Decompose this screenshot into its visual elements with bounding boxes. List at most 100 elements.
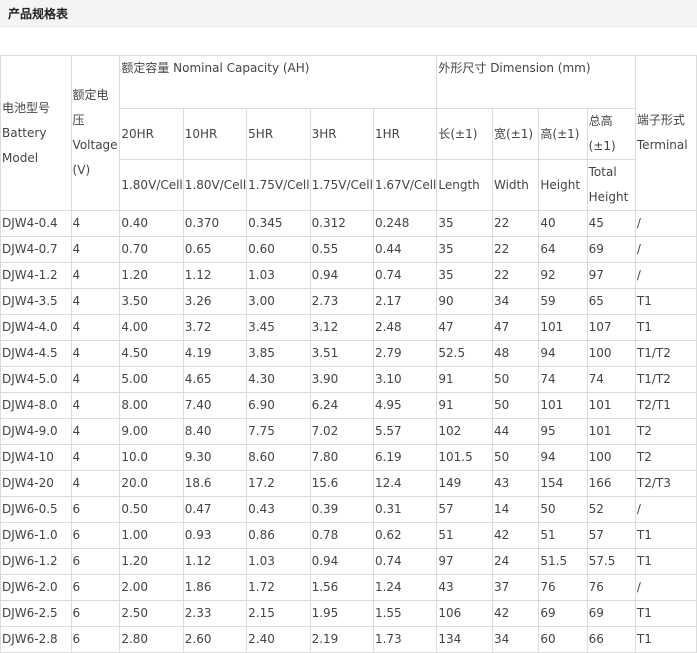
- table-cell: DJW4-1.2: [0, 262, 72, 289]
- table-cell: 43: [491, 470, 540, 497]
- header-rate: 20HR: [119, 108, 184, 160]
- table-row: DJW4-0.4 4 0.40 0.370 0.345 0.312 0.248 35 22 40 4…: [0, 210, 697, 237]
- table-cell: DJW6-1.0: [0, 522, 72, 549]
- table-cell: 51: [436, 522, 493, 549]
- table-row: DJW4-5.0 4 5.00 4.65 4.30 3.90 3.10 91 50 74 74 T1/…: [0, 366, 697, 393]
- table-row: DJW4-0.7 4 0.70 0.65 0.60 0.55 0.44 35 22 64 69/: [0, 236, 697, 263]
- table-cell: 4.30: [246, 366, 311, 393]
- table-cell: DJW6-0.5: [0, 496, 72, 523]
- table-cell: 7.02: [309, 418, 374, 445]
- table-row: DJW4-10 4 10.0 9.30 8.60 7.80 6.19 101.5 50 94 100…: [0, 444, 697, 471]
- table-cell: 7.80: [309, 444, 374, 471]
- table-cell: 6: [70, 626, 121, 653]
- table-cell: 18.6: [182, 470, 248, 497]
- table-cell: 24: [491, 548, 540, 575]
- table-cell: 74: [538, 366, 588, 393]
- table-cell: 3.10: [372, 366, 438, 393]
- table-cell: 22: [491, 262, 540, 289]
- table-cell: DJW4-0.4: [0, 210, 72, 237]
- table-cell: 69: [586, 600, 636, 627]
- table-cell: 8.00: [119, 392, 184, 419]
- table-cell: 4: [70, 314, 121, 341]
- header-cutoff: 1.75V/Cell: [309, 159, 374, 211]
- table-cell: 51.5: [538, 548, 588, 575]
- table-cell: 1.03: [246, 262, 311, 289]
- table-cell: 1.55: [372, 600, 438, 627]
- table-cell: 35: [436, 210, 493, 237]
- table-cell: 0.31: [372, 496, 438, 523]
- table-cell: 0.74: [372, 262, 438, 289]
- header-rate: 1HR: [372, 108, 438, 160]
- table-cell: 6.24: [309, 392, 374, 419]
- table-row: DJW4-8.0 4 8.00 7.40 6.90 6.24 4.95 91 50 101 101 T…: [0, 392, 697, 419]
- table-cell: 5.00: [119, 366, 184, 393]
- table-cell: DJW6-2.5: [0, 600, 72, 627]
- spec-table-body: 电池型号 Battery Model 额定电压 Voltage (V) 额定容量…: [0, 55, 697, 653]
- header-cutoff: 1.75V/Cell: [246, 159, 311, 211]
- table-cell: 50: [491, 366, 540, 393]
- header-rate: 10HR: [182, 108, 248, 160]
- table-cell: 17.2: [246, 470, 311, 497]
- table-cell: 2.73: [309, 288, 374, 315]
- table-cell: 97: [586, 262, 636, 289]
- table-cell: 3.72: [182, 314, 248, 341]
- table-cell: 0.55: [309, 236, 374, 263]
- table-cell: 42: [491, 600, 540, 627]
- table-cell: 101: [586, 392, 636, 419]
- table-cell: 50: [491, 444, 540, 471]
- table-cell: 7.40: [182, 392, 248, 419]
- table-cell: 94: [538, 444, 588, 471]
- table-cell: 4: [70, 262, 121, 289]
- table-cell: T2/T1: [634, 392, 697, 419]
- table-cell: 0.94: [309, 548, 374, 575]
- table-cell: 3.50: [119, 288, 184, 315]
- table-cell: 2.60: [182, 626, 248, 653]
- table-cell: 51: [538, 522, 588, 549]
- table-cell: T1/T2: [634, 366, 697, 393]
- header-rate: 3HR: [309, 108, 374, 160]
- table-cell: 69: [586, 236, 636, 263]
- table-cell: 22: [491, 210, 540, 237]
- table-cell: 3.26: [182, 288, 248, 315]
- table-cell: 9.30: [182, 444, 248, 471]
- table-cell: 0.86: [246, 522, 311, 549]
- table-cell: 45: [586, 210, 636, 237]
- table-cell: 4: [70, 444, 121, 471]
- table-cell: 3.00: [246, 288, 311, 315]
- table-cell: 94: [538, 340, 588, 367]
- table-cell: T2/T3: [634, 470, 697, 497]
- header-dim-cn: 总高 (±1): [586, 108, 636, 160]
- table-cell: 5.57: [372, 418, 438, 445]
- table-cell: 35: [436, 236, 493, 263]
- table-cell: DJW4-10: [0, 444, 72, 471]
- table-cell: 1.03: [246, 548, 311, 575]
- table-cell: 102: [436, 418, 493, 445]
- header-dim-en: Length: [436, 159, 493, 211]
- table-cell: 2.15: [246, 600, 311, 627]
- table-cell: 0.74: [372, 548, 438, 575]
- table-cell: T2: [634, 444, 697, 471]
- table-cell: 34: [491, 626, 540, 653]
- table-cell: 0.248: [372, 210, 438, 237]
- table-cell: 149: [436, 470, 493, 497]
- table-cell: 3.51: [309, 340, 374, 367]
- table-cell: DJW6-2.8: [0, 626, 72, 653]
- table-cell: T1: [634, 288, 697, 315]
- table-row: DJW4-4.0 4 4.00 3.72 3.45 3.12 2.48 47 47 101 107 T…: [0, 314, 697, 341]
- table-cell: 40: [538, 210, 588, 237]
- table-cell: 1.56: [309, 574, 374, 601]
- table-cell: 6.19: [372, 444, 438, 471]
- table-cell: /: [634, 236, 697, 263]
- table-cell: 0.62: [372, 522, 438, 549]
- header-dimension: 外形尺寸 Dimension (mm): [436, 55, 636, 109]
- table-cell: 0.40: [119, 210, 184, 237]
- table-cell: 4.50: [119, 340, 184, 367]
- table-cell: 0.70: [119, 236, 184, 263]
- table-cell: 1.24: [372, 574, 438, 601]
- table-cell: 1.12: [182, 262, 248, 289]
- table-cell: DJW4-20: [0, 470, 72, 497]
- table-cell: 0.78: [309, 522, 374, 549]
- table-row: DJW4-9.0 4 9.00 8.40 7.75 7.02 5.57 102 44 95 101 T…: [0, 418, 697, 445]
- table-cell: 100: [586, 340, 636, 367]
- table-cell: 0.345: [246, 210, 311, 237]
